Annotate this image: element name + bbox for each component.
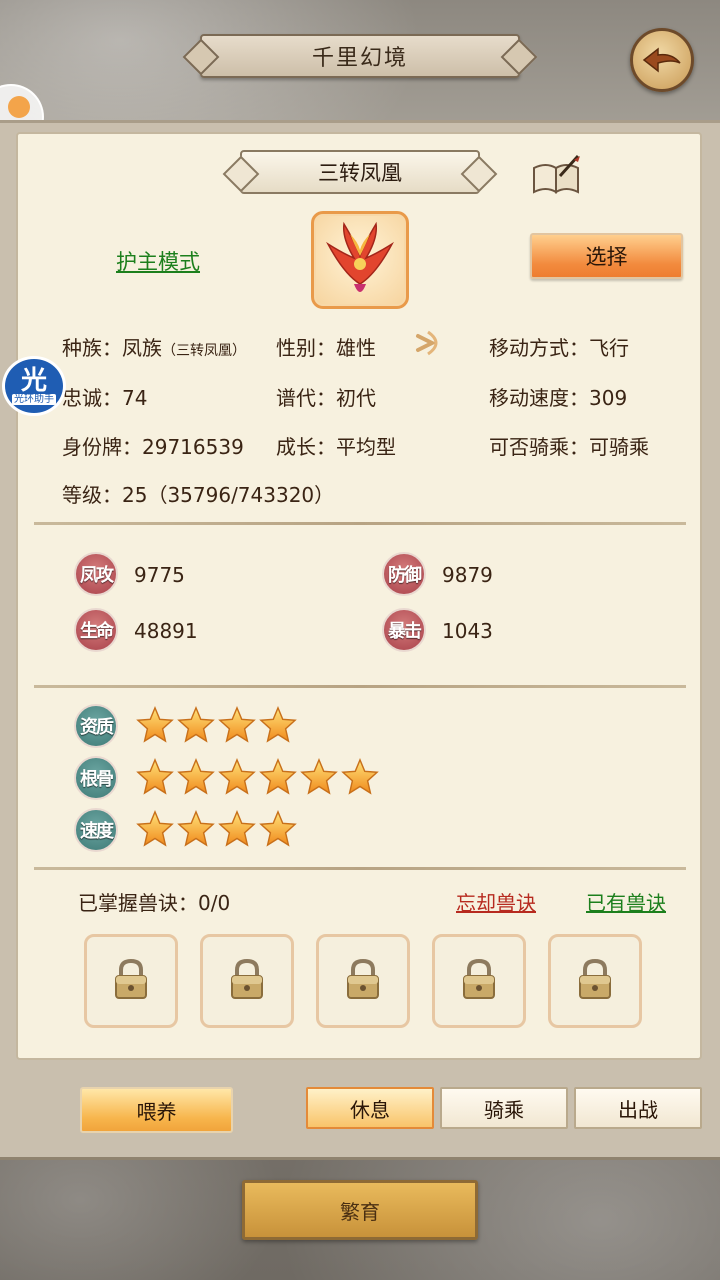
aptitude-stars (136, 706, 297, 748)
select-button[interactable]: 选择 (530, 233, 683, 279)
growth-info: 成长：平均型 (276, 435, 396, 459)
skill-slot[interactable] (84, 934, 178, 1028)
pet-name-banner: 三转凤凰 (240, 150, 480, 194)
star-icon (136, 758, 174, 800)
speed-badge: 速度 (74, 808, 118, 852)
defense-value: 9879 (442, 563, 493, 587)
skill-slot[interactable] (200, 934, 294, 1028)
divider (34, 685, 686, 688)
mastered-skills-text: 已掌握兽诀：0/0 (78, 891, 231, 915)
back-button[interactable] (630, 28, 694, 92)
guard-mode-link[interactable]: 护主模式 (116, 246, 200, 276)
back-arrow-icon (642, 47, 681, 73)
star-icon (177, 706, 215, 748)
helper-label: 光环助手 (12, 393, 56, 405)
page-title: 千里幻境 (200, 34, 520, 78)
lock-icon (459, 957, 499, 1005)
star-icon (177, 810, 215, 852)
divider (34, 522, 686, 525)
star-icon (218, 706, 256, 748)
skill-slot[interactable] (548, 934, 642, 1028)
book-icon[interactable] (530, 154, 582, 196)
star-icon (218, 810, 256, 852)
rest-button[interactable]: 休息 (306, 1087, 434, 1129)
star-icon (177, 758, 215, 800)
crit-value: 1043 (442, 619, 493, 643)
helper-app-badge[interactable]: 光 光环助手 (2, 356, 66, 416)
star-icon (218, 758, 256, 800)
lock-icon (111, 957, 151, 1005)
rideable-info: 可否骑乘：可骑乘 (489, 435, 649, 459)
race-detail: （三转凤凰） (162, 343, 246, 359)
generation-info: 谱代：初代 (276, 386, 376, 410)
hp-badge: 生命 (74, 608, 118, 652)
skill-slot[interactable] (432, 934, 526, 1028)
movement-speed-info: 移动速度：309 (489, 386, 628, 410)
attack-value: 9775 (134, 563, 185, 587)
breed-button[interactable]: 繁育 (242, 1180, 478, 1240)
hp-value: 48891 (134, 619, 198, 643)
star-icon (136, 810, 174, 852)
divider (34, 867, 686, 870)
ride-button[interactable]: 骑乘 (440, 1087, 568, 1129)
toggle-arrow-icon[interactable] (414, 328, 446, 358)
helper-glyph: 光 (20, 365, 47, 396)
race-info: 种族：凤族（三转凤凰） (62, 336, 246, 360)
skill-slot[interactable] (316, 934, 410, 1028)
id-tag-info: 身份牌：29716539 (62, 435, 244, 459)
defense-badge: 防御 (382, 552, 426, 596)
star-icon (259, 758, 297, 800)
star-icon (341, 758, 379, 800)
movement-type-info: 移动方式：飞行 (489, 336, 629, 360)
speed-stars (136, 810, 297, 852)
star-icon (259, 706, 297, 748)
assist-dot-icon (8, 96, 30, 118)
feed-button[interactable]: 喂养 (80, 1087, 233, 1133)
star-icon (300, 758, 338, 800)
owned-skills-link[interactable]: 已有兽诀 (586, 887, 666, 916)
bone-badge: 根骨 (74, 756, 118, 800)
forget-skill-link[interactable]: 忘却兽诀 (456, 887, 536, 916)
star-icon (136, 706, 174, 748)
crit-badge: 暴击 (382, 608, 426, 652)
level-info: 等级：25（35796/743320） (62, 483, 335, 507)
lock-icon (575, 957, 615, 1005)
loyalty-info: 忠诚：74 (62, 386, 148, 410)
gender-info: 性别：雄性 (276, 336, 376, 360)
star-icon (259, 810, 297, 852)
lock-icon (227, 957, 267, 1005)
lock-icon (343, 957, 383, 1005)
phoenix-icon (326, 221, 394, 292)
aptitude-badge: 资质 (74, 704, 118, 748)
pet-portrait[interactable] (311, 211, 409, 309)
battle-button[interactable]: 出战 (574, 1087, 702, 1129)
attack-badge: 凤攻 (74, 552, 118, 596)
bone-stars (136, 758, 379, 800)
